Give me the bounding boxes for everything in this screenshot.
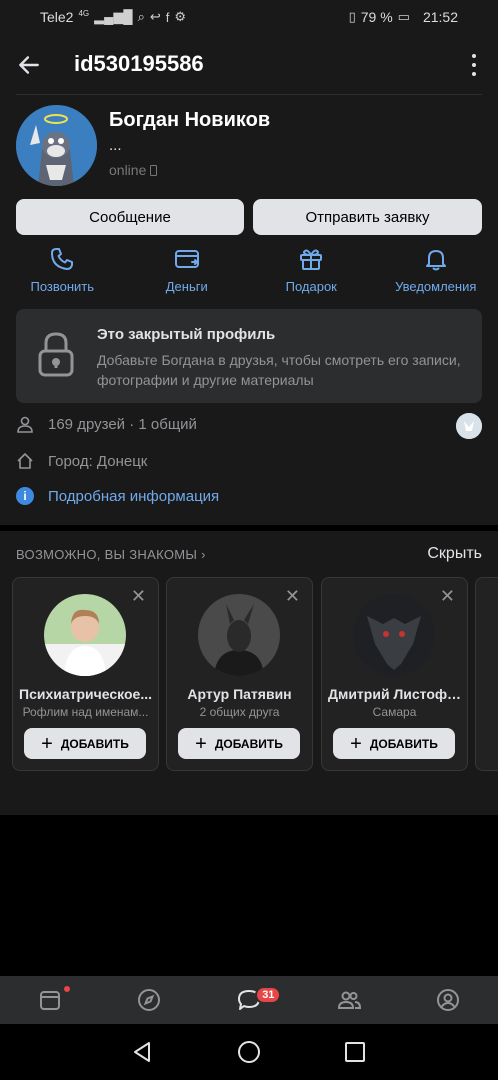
- suggestion-avatar: [198, 594, 280, 676]
- tab-messages[interactable]: 31: [199, 976, 299, 1024]
- news-icon: [39, 991, 60, 1010]
- profile-section: Богдан Новиков ... online Сообщение Отпр…: [0, 95, 498, 525]
- suggestion-card-partial[interactable]: [475, 577, 498, 771]
- more-options-icon[interactable]: [464, 52, 484, 78]
- info-icon: i: [16, 487, 34, 505]
- profile-circle-icon: [437, 989, 460, 1011]
- money-label: Деньги: [165, 279, 208, 294]
- lock-icon: [38, 332, 74, 377]
- suggestion-avatar: [353, 594, 435, 676]
- vibrate-icon: ▯: [348, 9, 356, 24]
- tab-news[interactable]: [0, 976, 100, 1024]
- friends-row[interactable]: 169 друзей · 1 общий: [16, 413, 197, 435]
- nav-recents-icon[interactable]: [342, 1039, 368, 1065]
- user-icon: [17, 416, 33, 433]
- close-icon[interactable]: ✕: [285, 586, 300, 607]
- online-indicator: online: [109, 162, 158, 178]
- call-action[interactable]: Позвонить: [0, 245, 125, 301]
- system-navigation-bar: [0, 1024, 498, 1080]
- suggestions-heading[interactable]: ВОЗМОЖНО, ВЫ ЗНАКОМЫ ›: [16, 547, 206, 562]
- city-row: Город: Донецк: [16, 450, 147, 472]
- friends-count: 169 друзей · 1 общий: [48, 415, 197, 433]
- carrier-label: Tele2: [40, 9, 74, 25]
- reply-status-icon: ↩: [149, 9, 161, 24]
- compass-icon: [138, 989, 161, 1011]
- suggestions-section: ВОЗМОЖНО, ВЫ ЗНАКОМЫ › Скрыть ✕ Психиатр…: [0, 531, 498, 815]
- plus-icon: +: [195, 732, 207, 755]
- profile-name: Богдан Новиков: [109, 109, 271, 131]
- page-title: id530195586: [74, 51, 204, 76]
- tab-discover[interactable]: [100, 976, 200, 1024]
- avatar[interactable]: [16, 105, 97, 186]
- profile-status: ...: [109, 137, 122, 154]
- call-label: Позвонить: [30, 279, 95, 294]
- signal-icon: ▂▄▆█: [94, 9, 133, 24]
- tab-profile[interactable]: [398, 976, 498, 1024]
- plus-icon: +: [41, 732, 53, 755]
- suggestion-cards: ✕ Психиатрическое... Рофлим над именам..…: [12, 577, 498, 771]
- suggestion-name: Артур Патявин: [187, 686, 292, 702]
- suggestion-card[interactable]: ✕ Дмитрий Листофо... Самара + ДОБАВИТЬ: [321, 577, 468, 771]
- add-friend-button[interactable]: + ДОБАВИТЬ: [24, 728, 146, 759]
- close-icon[interactable]: ✕: [131, 586, 146, 607]
- suggestion-name: Дмитрий Листофо...: [328, 686, 461, 702]
- hide-suggestions-button[interactable]: Скрыть: [427, 545, 482, 563]
- gift-label: Подарок: [285, 279, 337, 294]
- facebook-status-icon: f: [165, 9, 170, 25]
- bell-icon: [425, 250, 446, 271]
- avatar-image: [16, 105, 97, 186]
- online-label: online: [109, 162, 147, 178]
- add-friend-button[interactable]: + ДОБАВИТЬ: [333, 728, 455, 759]
- tab-friends[interactable]: [299, 976, 399, 1024]
- add-friend-button[interactable]: + ДОБАВИТЬ: [178, 728, 300, 759]
- status-bar-left: Tele2 4G ▂▄▆█ ⌕ ↩ f ⚙: [40, 8, 187, 26]
- search-status-icon: ⌕: [137, 9, 145, 24]
- city-label: Город: Донецк: [48, 452, 148, 470]
- network-label: 4G: [78, 8, 90, 18]
- battery-percent: 79 %: [360, 9, 393, 25]
- suggestion-name: Психиатрическое...: [19, 686, 152, 702]
- home-icon: [17, 453, 33, 469]
- suggestion-card[interactable]: ✕ Артур Патявин 2 общих друга + ДОБАВИТЬ: [166, 577, 313, 771]
- mobile-icon: [150, 164, 158, 176]
- gift-action[interactable]: Подарок: [249, 245, 374, 301]
- closed-profile-description: Добавьте Богдана в друзья, чтобы смотрет…: [97, 352, 461, 388]
- detailed-info-link[interactable]: i Подробная информация: [16, 485, 219, 507]
- money-action[interactable]: Деньги: [125, 245, 250, 301]
- phone-icon: [51, 248, 74, 270]
- closed-profile-title: Это закрытый профиль: [97, 326, 276, 343]
- clock: 21:52: [422, 9, 458, 25]
- suggestion-avatar: [44, 594, 126, 676]
- gift-icon: [300, 249, 323, 270]
- news-unread-dot: [64, 986, 70, 992]
- message-button[interactable]: Сообщение: [16, 199, 244, 235]
- settings-status-icon: ⚙: [174, 9, 187, 24]
- bottom-tab-bar: 31: [0, 976, 498, 1024]
- mutual-friend-avatar[interactable]: [456, 413, 482, 439]
- close-icon[interactable]: ✕: [440, 586, 455, 607]
- money-icon: [174, 250, 199, 268]
- suggestion-card[interactable]: ✕ Психиатрическое... Рофлим над именам..…: [12, 577, 159, 771]
- status-bar: Tele2 4G ▂▄▆█ ⌕ ↩ f ⚙ ▯ 79 % ▭ 21:52: [0, 0, 498, 34]
- nav-home-icon[interactable]: [236, 1039, 262, 1065]
- suggestion-subtitle: 2 общих друга: [199, 705, 280, 719]
- notifications-label: Уведомления: [395, 279, 477, 294]
- suggestion-subtitle: Рофлим над именам...: [22, 705, 149, 719]
- nav-back-icon[interactable]: [130, 1039, 156, 1065]
- send-request-button[interactable]: Отправить заявку: [253, 199, 482, 235]
- notifications-action[interactable]: Уведомления: [374, 245, 498, 301]
- back-arrow-icon[interactable]: [16, 52, 42, 78]
- chevron-right-icon: ›: [201, 547, 206, 562]
- action-row: Позвонить Деньги Подарок Уведомления: [0, 245, 498, 301]
- top-app-bar: id530195586: [0, 34, 498, 96]
- messages-badge: 31: [255, 986, 282, 1004]
- friends-icon: [337, 991, 361, 1009]
- suggestion-subtitle: Самара: [372, 705, 417, 719]
- plus-icon: +: [350, 732, 362, 755]
- status-bar-right: ▯ 79 % ▭ 21:52: [349, 9, 458, 25]
- detailed-info-label: Подробная информация: [48, 487, 220, 505]
- battery-icon: ▭: [397, 9, 410, 24]
- closed-profile-card: Это закрытый профиль Добавьте Богдана в …: [16, 309, 482, 403]
